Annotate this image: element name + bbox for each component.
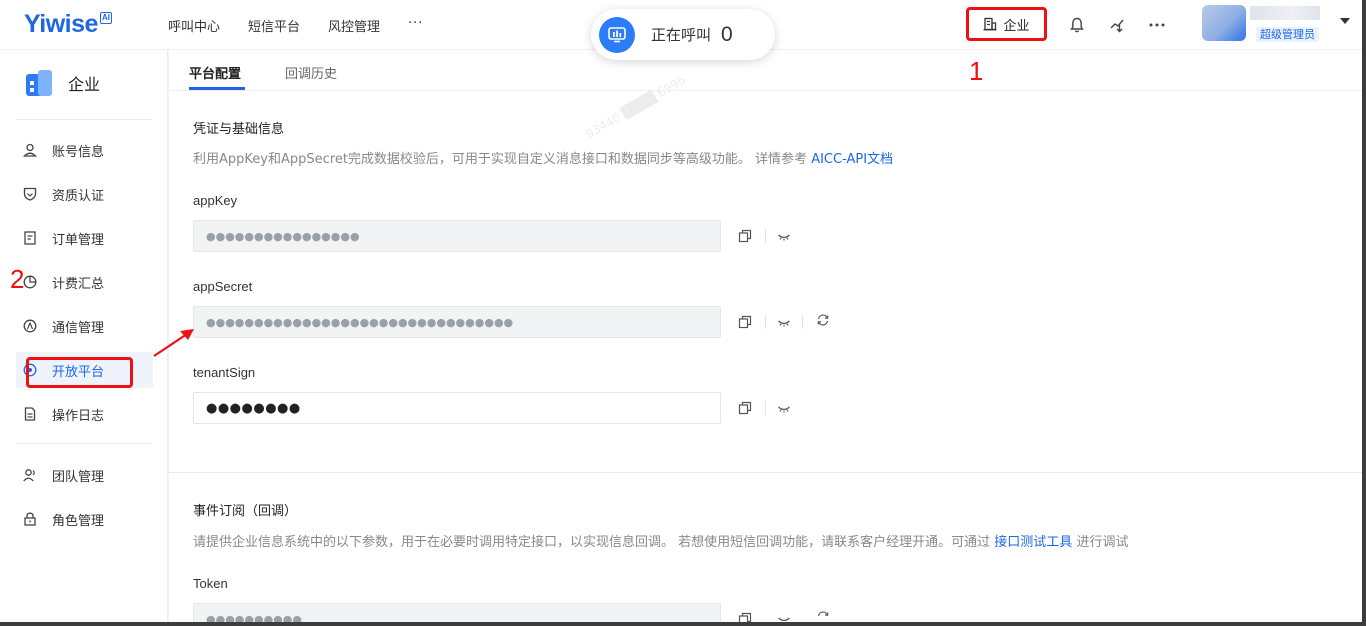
aicc-api-doc-link[interactable]: AICC-API文档 (811, 152, 893, 167)
more-icon[interactable] (1148, 16, 1166, 34)
events-title: 事件订阅（回调） (193, 504, 298, 519)
events-desc-text: 请提供企业信息系统中的以下参数，用于在必要时调用特定接口，以实现信息回调。 若想… (193, 535, 991, 550)
document-icon (24, 231, 36, 245)
eye-closed-icon[interactable] (777, 401, 791, 415)
appsecret-value: ●●●●●●●●●●●●●●●●●●●●●●●●●●●●●●●● (206, 315, 514, 329)
annotation-number-1: 1 (969, 56, 984, 86)
copy-icon[interactable] (738, 612, 752, 622)
appkey-label: appKey (193, 193, 238, 208)
building-icon (983, 17, 997, 31)
role-badge: 超级管理员 (1256, 27, 1319, 42)
calling-label: 正在呼叫 (651, 26, 712, 44)
divider (16, 119, 152, 120)
separator (765, 229, 766, 243)
tab-active-indicator (189, 87, 245, 90)
sidebar-item-label: 操作日志 (52, 408, 105, 424)
separator (765, 401, 766, 415)
eye-closed-icon[interactable] (777, 315, 791, 329)
token-field[interactable]: ●●●●●●●●●● (193, 603, 721, 622)
enterprise-label: 企业 (1003, 18, 1030, 34)
events-desc-tail: 进行调试 (1076, 535, 1129, 550)
tenantsign-field[interactable]: ●●●●●●●● (193, 392, 721, 424)
signal-icon (23, 319, 37, 333)
sidebar-title: 企业 (68, 75, 101, 94)
token-value: ●●●●●●●●●● (206, 612, 302, 623)
enterprise-logo-icon (26, 70, 52, 96)
appkey-field[interactable]: ●●●●●●●●●●●●●●●● (193, 220, 721, 252)
sidebar-item-label: 团队管理 (52, 469, 105, 485)
sidebar-item-label: 订单管理 (52, 232, 105, 248)
app-window: Yiwise AI 呼叫中心 短信平台 风控管理 ··· 企业 超级管理员 正在… (0, 0, 1362, 622)
logo-ai-badge: AI (100, 12, 112, 24)
section-divider (169, 472, 1362, 473)
bell-icon[interactable] (1068, 16, 1086, 34)
top-nav: 呼叫中心 短信平台 风控管理 ··· (168, 16, 423, 35)
log-icon (24, 407, 36, 421)
calling-count: 0 (721, 22, 733, 46)
sidebar-item-communication[interactable]: 通信管理 (22, 312, 104, 340)
nav-call-center[interactable]: 呼叫中心 (168, 16, 220, 35)
sidebar: 企业 账号信息 资质认证 订单管理 计费汇总 通信管理 开放平台 操作日志 团队… (0, 50, 168, 622)
tab-callback-history[interactable]: 回调历史 (285, 63, 337, 82)
sidebar-item-account[interactable]: 账号信息 (22, 136, 104, 164)
main-content: 93440 ████ 6996 平台配置 回调历史 凭证与基础信息 利用AppK… (169, 50, 1362, 622)
sidebar-item-label: 角色管理 (52, 513, 105, 529)
calling-status-pill[interactable]: 正在呼叫 0 (591, 9, 775, 60)
divider (16, 443, 152, 444)
copy-icon[interactable] (738, 401, 752, 415)
refresh-icon[interactable] (816, 610, 830, 622)
credentials-desc-text: 利用AppKey和AppSecret完成数据校验后，可用于实现自定义消息接口和数… (193, 152, 808, 167)
sidebar-item-roles[interactable]: 角色管理 (22, 505, 104, 533)
nav-sms-platform[interactable]: 短信平台 (248, 16, 300, 35)
nav-risk-control[interactable]: 风控管理 (328, 16, 380, 35)
sidebar-item-qualification[interactable]: 资质认证 (22, 180, 104, 208)
eye-closed-icon[interactable] (777, 612, 791, 622)
refresh-icon[interactable] (816, 313, 830, 327)
sidebar-item-label: 计费汇总 (52, 276, 105, 292)
username-blurred (1250, 6, 1320, 20)
tenantsign-value: ●●●●●●●● (206, 400, 301, 416)
user-icon (22, 143, 38, 157)
nav-more-button[interactable]: ··· (408, 16, 423, 35)
tab-platform-config[interactable]: 平台配置 (189, 63, 241, 82)
credentials-description: 利用AppKey和AppSecret完成数据校验后，可用于实现自定义消息接口和数… (193, 148, 893, 167)
eye-closed-icon[interactable] (777, 229, 791, 243)
sidebar-item-team[interactable]: 团队管理 (22, 461, 104, 489)
copy-icon[interactable] (738, 229, 752, 243)
sidebar-item-label: 账号信息 (52, 144, 105, 160)
appsecret-label: appSecret (193, 279, 253, 294)
lock-icon (24, 512, 36, 526)
token-label: Token (193, 576, 228, 591)
shield-icon (23, 187, 37, 201)
sidebar-item-label: 通信管理 (52, 320, 105, 336)
events-description: 请提供企业信息系统中的以下参数，用于在必要时调用特定接口，以实现信息回调。 若想… (193, 531, 1128, 550)
separator (765, 315, 766, 329)
annotation-arrow-icon (153, 329, 194, 357)
annotation-number-2: 2 (10, 264, 25, 294)
tab-bar: 平台配置 回调历史 (169, 50, 1362, 91)
sidebar-item-orders[interactable]: 订单管理 (22, 224, 104, 252)
avatar[interactable] (1202, 5, 1246, 41)
enterprise-button[interactable]: 企业 (966, 7, 1047, 41)
annotation-highlight-box (26, 357, 133, 388)
sidebar-item-label: 资质认证 (52, 188, 105, 204)
download-chart-icon[interactable] (1108, 16, 1126, 34)
appkey-value: ●●●●●●●●●●●●●●●● (206, 229, 360, 243)
sidebar-item-billing[interactable]: 计费汇总 (22, 268, 104, 296)
appsecret-field[interactable]: ●●●●●●●●●●●●●●●●●●●●●●●●●●●●●●●● (193, 306, 721, 338)
call-stats-icon (599, 16, 635, 53)
credentials-title: 凭证与基础信息 (193, 122, 285, 137)
team-icon (23, 469, 35, 482)
sidebar-item-operation-log[interactable]: 操作日志 (22, 400, 104, 428)
tenantsign-label: tenantSign (193, 365, 256, 380)
api-test-tool-link[interactable]: 接口测试工具 (994, 535, 1072, 550)
logo: Yiwise (24, 10, 98, 38)
separator (802, 315, 803, 329)
chevron-down-icon[interactable] (1340, 18, 1350, 24)
copy-icon[interactable] (738, 315, 752, 329)
sidebar-header: 企业 (24, 68, 100, 98)
